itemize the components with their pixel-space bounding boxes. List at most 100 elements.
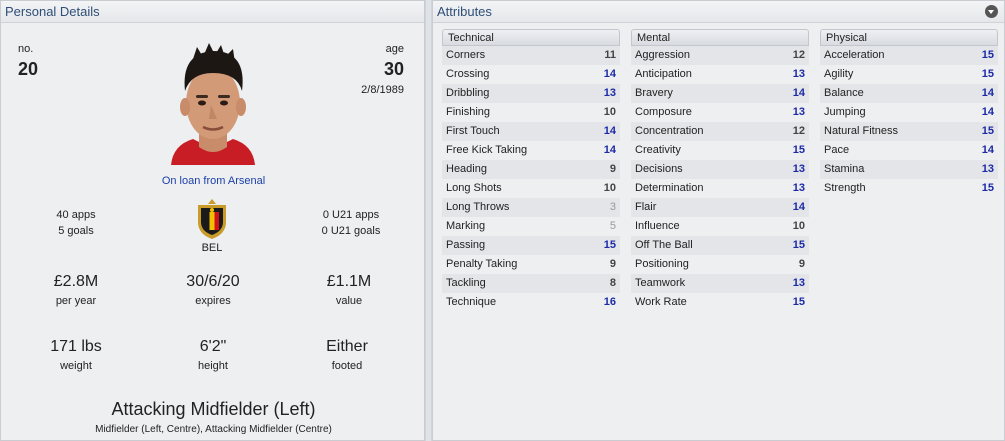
- attribute-row[interactable]: Concentration 12: [631, 122, 809, 141]
- attribute-row[interactable]: Acceleration 15: [820, 46, 998, 65]
- attribute-row[interactable]: Anticipation 13: [631, 65, 809, 84]
- attribute-name: Dribbling: [446, 87, 490, 99]
- attribute-name: Agility: [824, 68, 854, 80]
- contract-expiry-stat: 30/6/20 expires: [143, 273, 283, 307]
- wage-value: £2.8M: [53, 273, 99, 290]
- attribute-row[interactable]: Marking 5: [442, 217, 620, 236]
- age-label: age: [385, 43, 404, 55]
- preferred-foot-stat: Either footed: [277, 338, 417, 372]
- attribute-value: 15: [981, 68, 994, 80]
- attribute-name: Balance: [824, 87, 864, 99]
- preferred-foot-label: footed: [331, 360, 363, 372]
- physical-column: Physical Acceleration 15 Agility 15 Balance 1…: [820, 29, 998, 198]
- attribute-name: Jumping: [824, 106, 866, 118]
- attribute-name: Bravery: [635, 87, 673, 99]
- attribute-name: Long Shots: [446, 182, 502, 194]
- attribute-row[interactable]: Corners 11: [442, 46, 620, 65]
- attribute-value: 11: [604, 49, 616, 61]
- attribute-name: Anticipation: [635, 68, 692, 80]
- attribute-row[interactable]: Bravery 14: [631, 84, 809, 103]
- attribute-row[interactable]: Teamwork 13: [631, 274, 809, 293]
- contract-expiry-value: 30/6/20: [186, 273, 240, 290]
- attribute-row[interactable]: Natural Fitness 15: [820, 122, 998, 141]
- attribute-name: Corners: [446, 49, 486, 61]
- attribute-value: 10: [603, 106, 616, 118]
- collapse-chevron-icon[interactable]: [985, 5, 998, 18]
- secondary-positions: Midfielder (Left, Centre), Attacking Mid…: [95, 424, 332, 435]
- attribute-row[interactable]: Creativity 15: [631, 141, 809, 160]
- attribute-name: Free Kick Taking: [446, 144, 528, 156]
- attribute-value: 13: [792, 163, 805, 175]
- attribute-row[interactable]: Flair 14: [631, 198, 809, 217]
- attribute-name: Concentration: [635, 125, 704, 137]
- attribute-value: 9: [798, 258, 805, 270]
- attribute-value: 13: [603, 87, 616, 99]
- attribute-row[interactable]: Heading 9: [442, 160, 620, 179]
- attribute-value: 15: [981, 49, 994, 61]
- attribute-row[interactable]: Jumping 14: [820, 103, 998, 122]
- attribute-row[interactable]: Penalty Taking 9: [442, 255, 620, 274]
- technical-column-header: Technical: [442, 29, 620, 46]
- attribute-value: 12: [792, 125, 805, 137]
- attribute-name: Pace: [824, 144, 850, 156]
- attribute-row[interactable]: Positioning 9: [631, 255, 809, 274]
- attribute-row[interactable]: Passing 15: [442, 236, 620, 255]
- attribute-name: Crossing: [446, 68, 490, 80]
- attribute-value: 13: [792, 106, 805, 118]
- mental-column: Mental Aggression 12 Anticipation 13 Bravery…: [631, 29, 809, 312]
- international-apps: 40 apps: [56, 209, 96, 221]
- date-of-birth: 2/8/1989: [361, 84, 404, 96]
- attribute-row[interactable]: Finishing 10: [442, 103, 620, 122]
- attribute-row[interactable]: Aggression 12: [631, 46, 809, 65]
- attribute-row[interactable]: Technique 16: [442, 293, 620, 312]
- attribute-row[interactable]: Work Rate 15: [631, 293, 809, 312]
- attribute-name: Marking: [446, 220, 486, 232]
- attribute-value: 13: [981, 163, 994, 175]
- attribute-value: 14: [603, 125, 616, 137]
- attribute-value: 15: [981, 125, 994, 137]
- physical-column-header: Physical: [820, 29, 998, 46]
- attribute-value: 15: [603, 239, 616, 251]
- attribute-value: 9: [609, 163, 616, 175]
- panel-splitter[interactable]: [425, 0, 432, 441]
- attribute-value: 14: [603, 68, 616, 80]
- weight-value: 171 lbs: [50, 338, 102, 355]
- attribute-row[interactable]: Balance 14: [820, 84, 998, 103]
- attribute-name: Technique: [446, 296, 497, 308]
- attribute-value: 14: [792, 201, 805, 213]
- u21-apps: 0 U21 apps: [322, 209, 380, 221]
- attribute-row[interactable]: Free Kick Taking 14: [442, 141, 620, 160]
- contract-expiry-label: expires: [195, 295, 231, 307]
- attribute-row[interactable]: First Touch 14: [442, 122, 620, 141]
- attribute-row[interactable]: Influence 10: [631, 217, 809, 236]
- attribute-row[interactable]: Agility 15: [820, 65, 998, 84]
- attribute-row[interactable]: Long Throws 3: [442, 198, 620, 217]
- weight-label: weight: [60, 360, 92, 372]
- attribute-name: Natural Fitness: [824, 125, 898, 137]
- personal-details-header: Personal Details: [1, 1, 424, 23]
- attribute-row[interactable]: Tackling 8: [442, 274, 620, 293]
- attribute-row[interactable]: Strength 15: [820, 179, 998, 198]
- loan-status-link[interactable]: On loan from Arsenal: [1, 175, 426, 187]
- international-goals: 5 goals: [58, 225, 94, 237]
- wage-stat: £2.8M per year: [6, 273, 146, 307]
- attribute-row[interactable]: Dribbling 13: [442, 84, 620, 103]
- belgium-crest-icon[interactable]: [194, 198, 230, 240]
- attribute-row[interactable]: Long Shots 10: [442, 179, 620, 198]
- attribute-name: Penalty Taking: [446, 258, 518, 270]
- u21-goals: 0 U21 goals: [321, 225, 381, 237]
- attribute-row[interactable]: Off The Ball 15: [631, 236, 809, 255]
- attribute-value: 14: [981, 144, 994, 156]
- attribute-row[interactable]: Crossing 14: [442, 65, 620, 84]
- attribute-row[interactable]: Stamina 13: [820, 160, 998, 179]
- attribute-name: First Touch: [446, 125, 500, 137]
- attribute-row[interactable]: Composure 13: [631, 103, 809, 122]
- attribute-name: Finishing: [446, 106, 491, 118]
- attribute-value: 16: [603, 296, 616, 308]
- attribute-value: 15: [792, 144, 805, 156]
- attribute-row[interactable]: Decisions 13: [631, 160, 809, 179]
- attribute-value: 14: [603, 144, 616, 156]
- attribute-row[interactable]: Pace 14: [820, 141, 998, 160]
- attribute-value: 15: [981, 182, 994, 194]
- attribute-row[interactable]: Determination 13: [631, 179, 809, 198]
